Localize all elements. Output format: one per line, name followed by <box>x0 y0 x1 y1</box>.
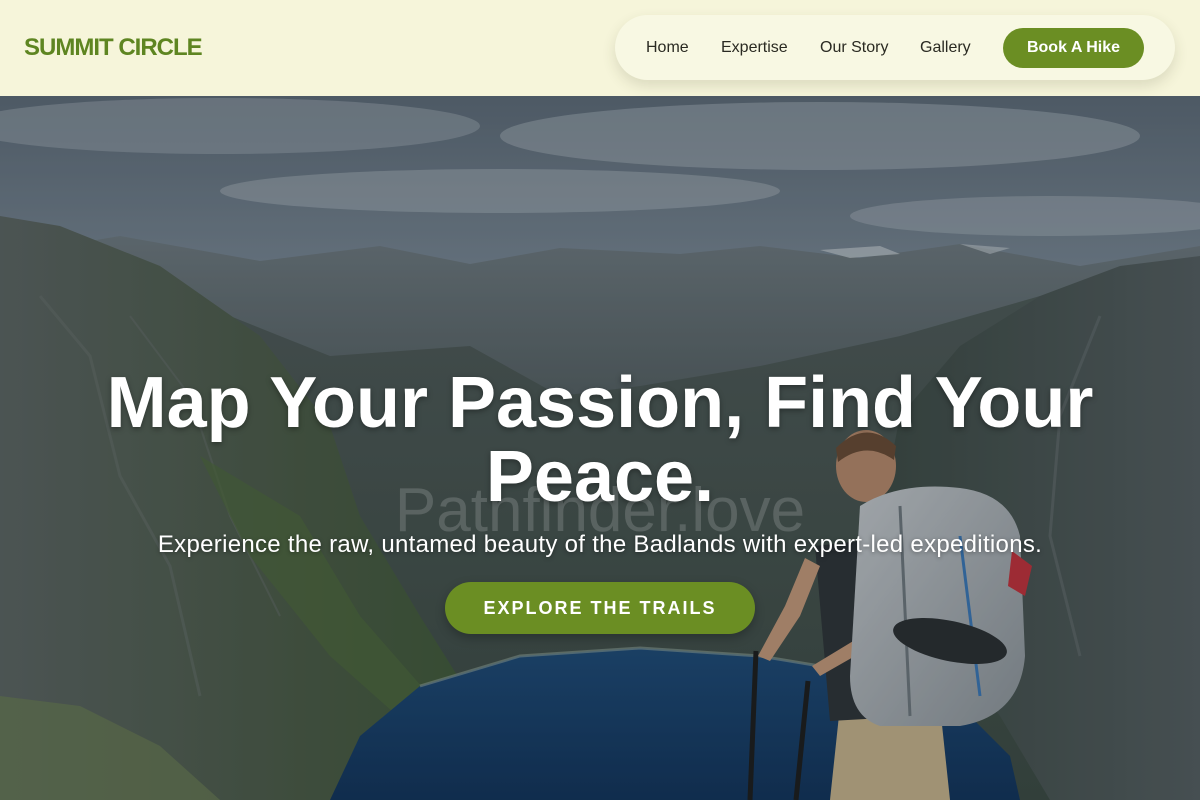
main-nav: Home Expertise Our Story Gallery Book A … <box>615 15 1175 80</box>
page: SUMMIT CIRCLE Home Expertise Our Story G… <box>0 0 1200 800</box>
nav-link-home[interactable]: Home <box>646 38 689 57</box>
hero-title: Map Your Passion, Find Your Peace. <box>106 363 1094 517</box>
hero-section: Pathfinder.love Map Your Passion, Find Y… <box>0 96 1200 800</box>
nav-link-expertise[interactable]: Expertise <box>721 38 788 57</box>
nav-link-gallery[interactable]: Gallery <box>920 38 971 57</box>
site-logo[interactable]: SUMMIT CIRCLE <box>24 34 203 62</box>
explore-trails-button[interactable]: EXPLORE THE TRAILS <box>445 582 755 634</box>
nav-link-our-story[interactable]: Our Story <box>820 38 888 57</box>
hero-subtitle: Experience the raw, untamed beauty of th… <box>157 531 1043 558</box>
book-a-hike-button[interactable]: Book A Hike <box>1003 28 1144 68</box>
site-header: SUMMIT CIRCLE Home Expertise Our Story G… <box>0 0 1200 96</box>
